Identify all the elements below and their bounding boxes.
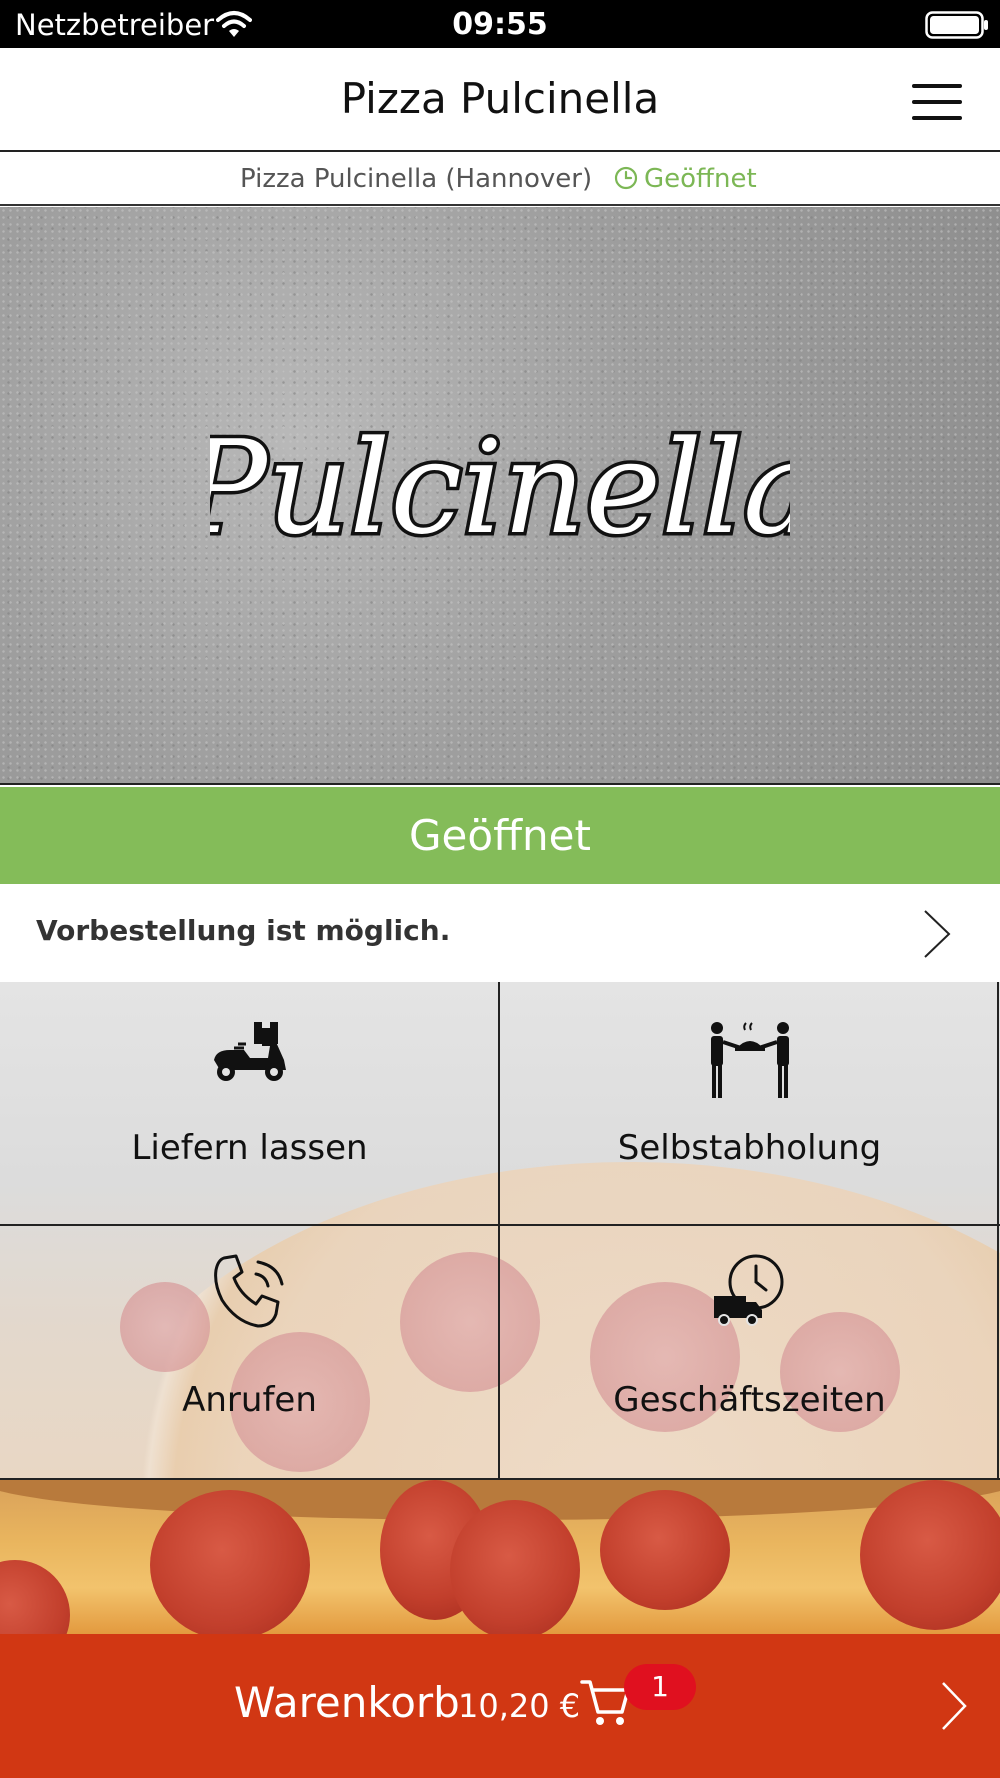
salami-decor (150, 1490, 310, 1634)
preorder-row[interactable]: Vorbestellung ist möglich. (0, 884, 1000, 982)
open-banner: Geöffnet (0, 787, 1000, 884)
salami-decor (0, 1560, 70, 1634)
hero-image: Pulcinella (0, 207, 1000, 785)
cart-count-badge: 1 (624, 1664, 696, 1710)
delivery-scooter-icon (0, 1020, 499, 1104)
nav-bar: Pizza Pulcinella (0, 48, 1000, 152)
status-time: 09:55 (452, 7, 548, 42)
salami-decor (600, 1490, 730, 1610)
phone-icon (0, 1252, 499, 1336)
grid-divider (0, 1224, 1000, 1226)
call-tile[interactable]: Anrufen (0, 1226, 499, 1479)
chevron-right-icon (942, 1682, 967, 1730)
page-title: Pizza Pulcinella (340, 74, 660, 123)
delivery-label: Liefern lassen (131, 1128, 368, 1168)
pickup-label: Selbstabholung (617, 1128, 882, 1168)
open-status-label: Geöffnet (644, 164, 757, 194)
opening-hours-tile[interactable]: Geschäftszeiten (500, 1226, 999, 1479)
pickup-tile[interactable]: Selbstabholung (500, 982, 999, 1235)
van-clock-icon (500, 1252, 999, 1336)
clock-icon (614, 166, 638, 190)
battery-icon (925, 11, 988, 39)
action-grid: Liefern lassen Selbstabholung Anrufen Ge… (0, 982, 1000, 1480)
salami-decor (450, 1500, 580, 1634)
status-bar: Netzbetreiber 09:55 (0, 0, 1000, 48)
restaurant-logo: Pulcinella (210, 411, 790, 567)
pickup-handover-icon (500, 1020, 999, 1104)
svg-text:Pulcinella: Pulcinella (210, 414, 790, 563)
salami-decor (860, 1480, 1000, 1630)
preorder-label: Vorbestellung ist möglich. (36, 914, 451, 947)
hamburger-menu-icon[interactable] (912, 84, 962, 120)
grid-divider (997, 982, 999, 1480)
cart-label: Warenkorb (234, 1678, 460, 1727)
branch-name: Pizza Pulcinella (Hannover) (240, 164, 593, 194)
cart-amount: 10,20 € (458, 1687, 581, 1725)
cart-bar[interactable]: Warenkorb 10,20 € 1 (0, 1634, 1000, 1778)
grid-divider (498, 982, 500, 1480)
branch-header: Pizza Pulcinella (Hannover) Geöffnet (0, 154, 1000, 206)
open-status: Geöffnet (614, 164, 757, 194)
open-banner-label: Geöffnet (409, 811, 591, 860)
pizza-photo (0, 1480, 1000, 1634)
chevron-right-icon (924, 910, 951, 958)
opening-hours-label: Geschäftszeiten (613, 1380, 886, 1420)
delivery-tile[interactable]: Liefern lassen (0, 982, 499, 1235)
call-label: Anrufen (182, 1380, 317, 1420)
